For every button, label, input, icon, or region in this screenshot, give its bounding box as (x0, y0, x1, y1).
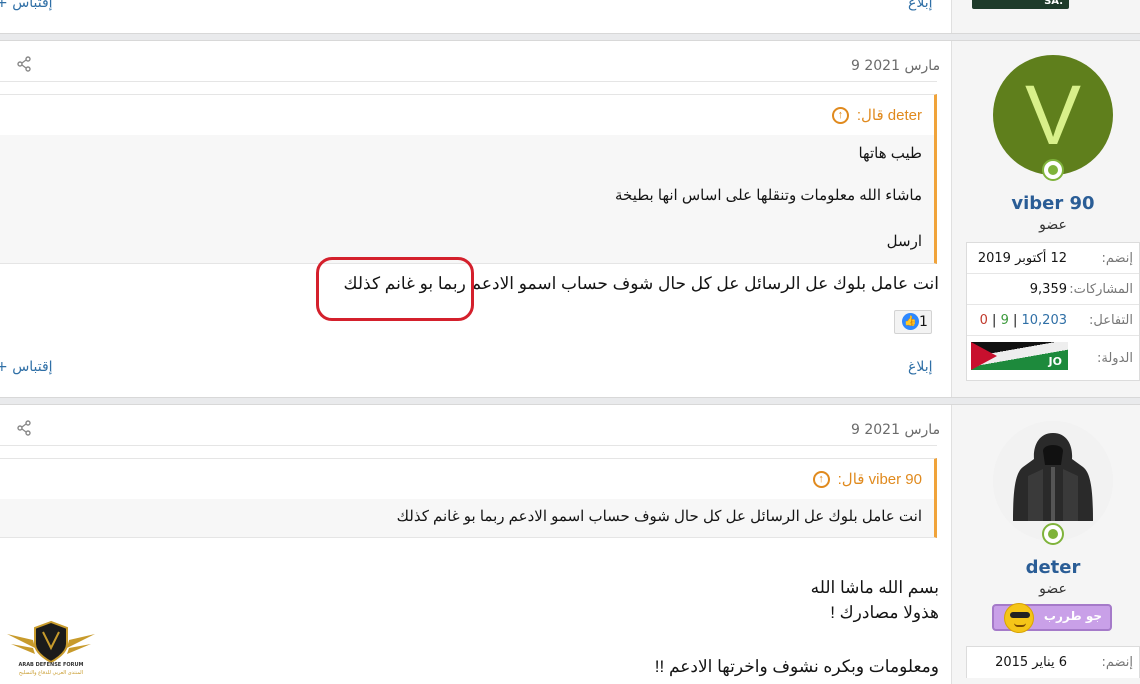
quote-button[interactable]: + إقتباس (0, 0, 53, 11)
previous-flag: SA. (972, 0, 1069, 9)
jordan-flag-icon: JO (971, 342, 1068, 370)
joined-value: 12 أكتوبر 2019 (977, 250, 1067, 266)
reactions-label: التفاعل: (1088, 312, 1133, 328)
country-value: JO (967, 342, 1068, 374)
message-line: ومعلومات وبكره نشوف واخرتها الادعم !! (654, 657, 939, 676)
quote-author[interactable]: deter قال: (857, 106, 922, 124)
share-icon[interactable] (16, 56, 32, 76)
user-badge: جو طررب (992, 603, 1112, 633)
flag-label: JO (1048, 355, 1062, 368)
reactions-value: 0 | 9 | 10,203 (979, 312, 1068, 328)
post-message: بسم الله ماشا الله هذولا مصادرك ! ومعلوم… (0, 575, 939, 679)
posts-label: المشاركات: (1069, 281, 1133, 297)
like-icon: 👍 (902, 313, 919, 330)
user-avatar[interactable]: V (993, 55, 1113, 175)
online-status-icon (1042, 523, 1064, 545)
post-date[interactable]: 9 مارس 2021 (851, 422, 940, 438)
arrow-up-icon[interactable]: ↑ (831, 106, 849, 124)
joined-row: إنضم: 12 أكتوبر 2019 (967, 243, 1139, 274)
quote-header[interactable]: viber 90 قال: ↑ (0, 459, 934, 499)
post-separator (0, 33, 1140, 41)
report-link[interactable]: إبلاغ (908, 359, 933, 375)
quote-line: طيب هاتها (858, 145, 922, 162)
online-status-icon (1042, 159, 1064, 181)
user-extras: إنضم: 12 أكتوبر 2019 المشاركات: 9,359 ال… (966, 242, 1140, 381)
positive-count: 10,203 (1021, 312, 1068, 328)
message-line: بسم الله ماشا الله (810, 578, 939, 597)
reactions-bar[interactable]: 👍 1 (894, 309, 932, 334)
joined-row: إنضم: 6 يناير 2015 (967, 647, 1139, 678)
country-label: الدولة: (1097, 350, 1133, 366)
reaction-count: 1 (919, 313, 928, 330)
user-extras: إنضم: 6 يناير 2015 (966, 646, 1140, 678)
quote-line: انت عامل بلوك عل الرسائل عل كل حال شوف ح… (396, 508, 922, 525)
quote-author[interactable]: viber 90 قال: (838, 470, 922, 488)
quote-line: ارسل (886, 233, 922, 250)
username[interactable]: deter (960, 557, 1140, 578)
quote-button[interactable]: + إقتباس (0, 359, 53, 375)
joined-value: 6 يناير 2015 (995, 655, 1067, 670)
report-link[interactable]: إبلاغ (908, 0, 933, 11)
badge-label: جو طررب (1043, 609, 1102, 623)
post-header-divider (0, 81, 937, 82)
joined-label: إنضم: (1101, 250, 1133, 266)
arrow-up-icon[interactable]: ↑ (812, 470, 830, 488)
posts-row: المشاركات: 9,359 (967, 274, 1139, 305)
highlight-annotation (316, 257, 474, 321)
post-separator (0, 397, 1140, 405)
country-row: الدولة: JO (967, 336, 1139, 380)
quote-line: ماشاء الله معلومات وتنقلها على اساس انها… (614, 187, 922, 204)
smiley-icon (1004, 603, 1034, 633)
user-title: عضو (1039, 581, 1067, 597)
quote-block: deter قال: ↑ طيب هاتها ماشاء الله معلوما… (0, 94, 937, 264)
quote-header[interactable]: deter قال: ↑ (0, 95, 934, 135)
username[interactable]: viber 90 (960, 193, 1140, 214)
message-line: هذولا مصادرك ! (830, 603, 939, 622)
message-line (0, 625, 939, 654)
site-watermark-logo: ARAB DEFENSE FORUM المنتدى العربي للدفاع… (5, 618, 97, 684)
reactions-row: التفاعل: 0 | 9 | 10,203 (967, 305, 1139, 336)
posts-value: 9,359 (1029, 281, 1067, 297)
joined-label: إنضم: (1101, 655, 1133, 670)
user-title: عضو (1039, 217, 1067, 233)
post-date[interactable]: 9 مارس 2021 (851, 58, 940, 74)
post-header-divider (0, 445, 937, 446)
share-icon[interactable] (16, 420, 32, 440)
eagle-shield-icon (7, 620, 95, 664)
negative-count: 0 (979, 312, 988, 328)
neutral-count: 9 (1000, 312, 1009, 328)
quote-block: viber 90 قال: ↑ انت عامل بلوك عل الرسائل… (0, 458, 937, 538)
